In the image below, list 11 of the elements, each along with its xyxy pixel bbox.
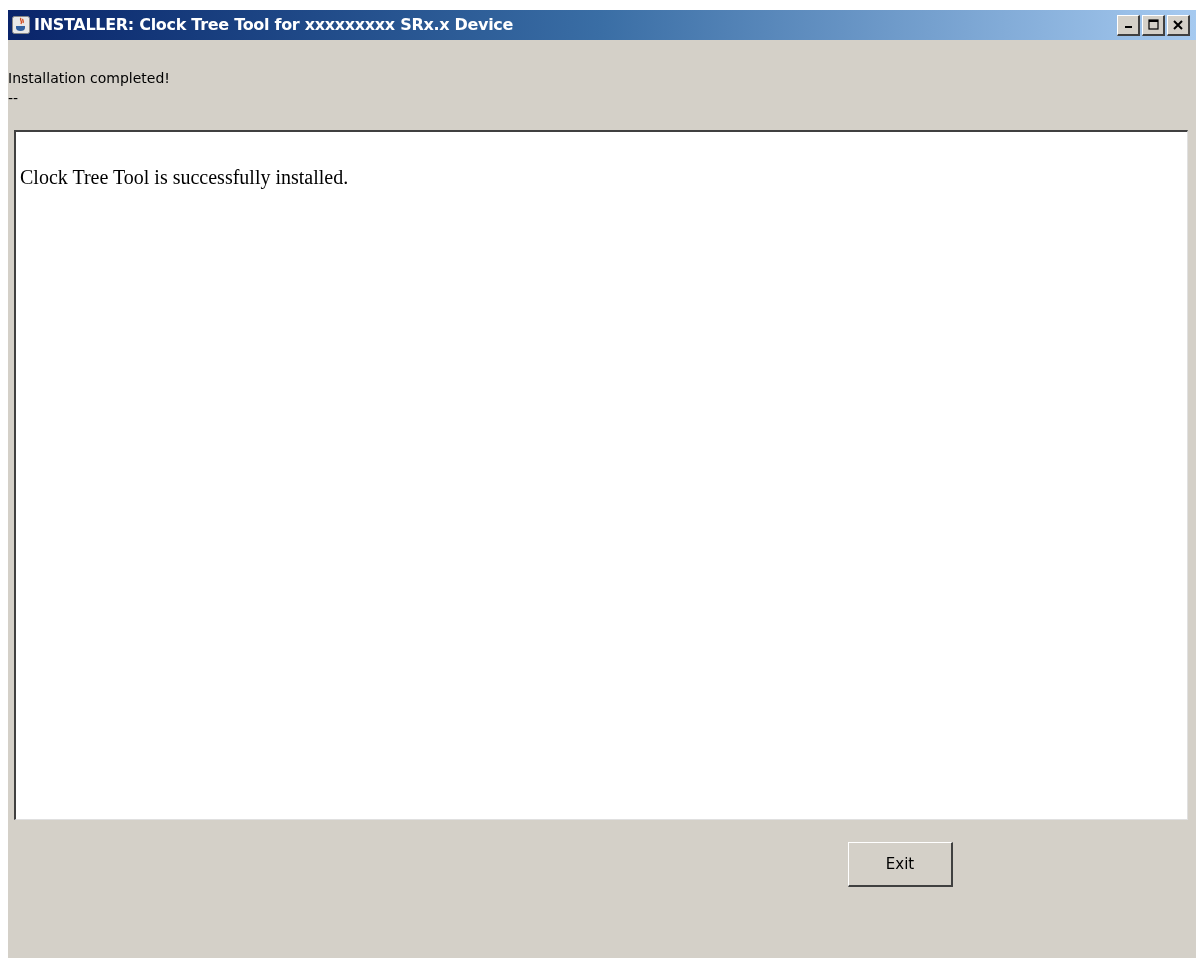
maximize-button[interactable]: [1142, 14, 1165, 36]
minimize-button[interactable]: [1117, 14, 1140, 36]
maximize-icon: [1147, 19, 1159, 30]
status-heading: Installation completed!: [8, 69, 170, 88]
message-text: Clock Tree Tool is successfully installed.: [20, 166, 349, 188]
close-button[interactable]: [1167, 14, 1190, 36]
exit-button[interactable]: Exit: [848, 842, 953, 887]
status-detail: --: [8, 89, 19, 108]
close-icon: [1173, 19, 1183, 30]
window-title: INSTALLER: Clock Tree Tool for xxxxxxxxx SRx.x Device: [34, 14, 514, 36]
coffee-cup-icon: [12, 16, 30, 34]
